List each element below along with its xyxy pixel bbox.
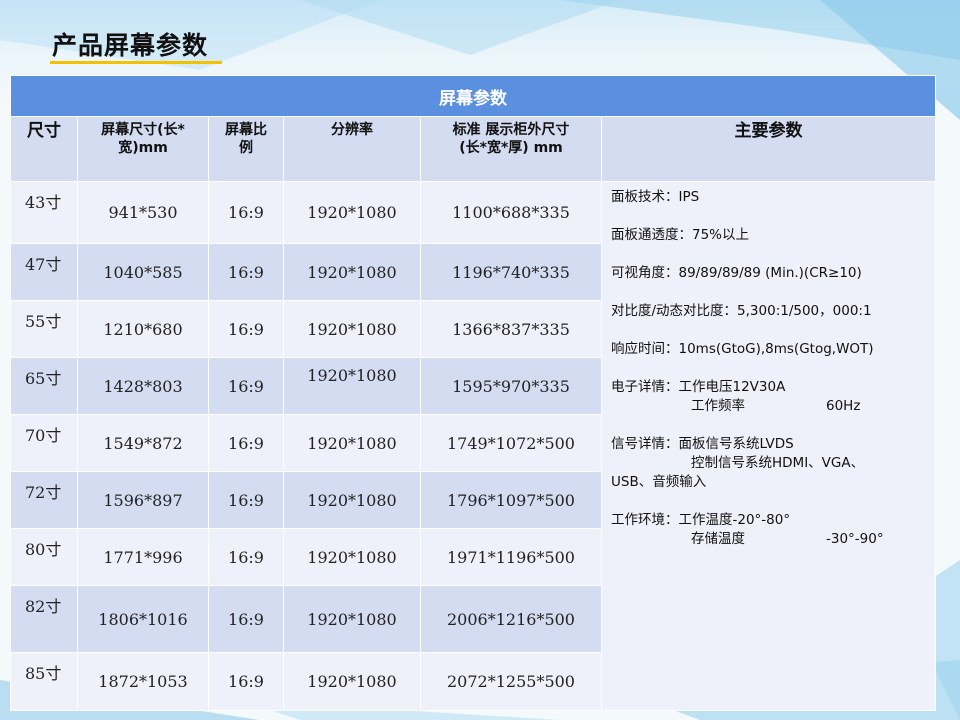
cell-ratio: 16:9: [208, 414, 284, 472]
cell-resolution: 1920*1080: [283, 471, 421, 529]
header-cabinet: 标准 展示柜外尺寸 (长*宽*厚) mm: [420, 116, 602, 182]
table-caption: 屏幕参数: [10, 75, 936, 117]
cell-resolution: 1920*1080: [283, 300, 421, 358]
cell-ratio: 16:9: [208, 528, 284, 586]
header-resolution: 分辨率: [283, 116, 421, 182]
cell-resolution: 1920*1080: [283, 652, 421, 711]
param-contrast: 对比度/动态对比度：5,300:1/500，000:1: [611, 303, 872, 319]
param-viewing-angle: 可视角度：89/89/89/89 (Min.)(CR≥10): [611, 265, 862, 281]
table-caption-row: 屏幕参数: [10, 75, 936, 117]
header-ratio: 屏幕比例: [208, 116, 284, 182]
cell-ratio: 16:9: [208, 243, 284, 301]
table-row: 43寸 941*530 16:9 1920*1080 1100*688*335 …: [10, 181, 936, 711]
param-transmittance: 面板通透度：75%以上: [611, 227, 750, 243]
cell-resolution: 1920*1080: [283, 528, 421, 586]
cell-ratio: 16:9: [208, 471, 284, 529]
cell-screen: 1040*585: [77, 243, 209, 301]
page-title: 产品屏幕参数: [52, 31, 209, 60]
screen-params-table: 屏幕参数 尺寸 屏幕尺寸(长* 宽)mm 屏幕比例 分辨率 标准 展示柜外尺寸 (长…: [10, 75, 936, 711]
cell-ratio: 16:9: [208, 357, 284, 415]
cell-cabinet: 1595*970*335: [420, 357, 602, 415]
param-signal: 信号详情：面板信号系统LVDS: [611, 436, 794, 452]
header-size: 尺寸: [10, 116, 78, 182]
cell-size: 55寸: [10, 300, 78, 358]
cell-screen: 941*530: [77, 181, 209, 244]
cell-ratio: 16:9: [208, 652, 284, 711]
cell-resolution: 1920*1080: [283, 585, 421, 653]
param-response: 响应时间：10ms(GtoG),8ms(Gtog,WOT): [611, 341, 874, 357]
cell-screen: 1428*803: [77, 357, 209, 415]
cell-size: 70寸: [10, 414, 78, 472]
cell-cabinet: 2006*1216*500: [420, 585, 602, 653]
cell-resolution: 1920*1080: [283, 414, 421, 472]
cell-screen: 1771*996: [77, 528, 209, 586]
cell-ratio: 16:9: [208, 300, 284, 358]
cell-size: 65寸: [10, 357, 78, 415]
table-header-row: 尺寸 屏幕尺寸(长* 宽)mm 屏幕比例 分辨率 标准 展示柜外尺寸 (长*宽*厚)…: [10, 116, 936, 182]
param-panel-tech: 面板技术：IPS: [611, 189, 700, 205]
cell-screen: 1210*680: [77, 300, 209, 358]
param-frequency: 工作频率 60Hz: [691, 398, 861, 414]
title-underline: [50, 61, 222, 64]
cell-cabinet: 1366*837*335: [420, 300, 602, 358]
param-environment: 工作环境：工作温度-20°-80°: [611, 512, 791, 528]
cell-cabinet: 1749*1072*500: [420, 414, 602, 472]
cell-screen: 1596*897: [77, 471, 209, 529]
param-electronics: 电子详情：工作电压12V30A: [611, 379, 786, 395]
cell-cabinet: 2072*1255*500: [420, 652, 602, 711]
cell-screen: 1806*1016: [77, 585, 209, 653]
cell-size: 72寸: [10, 471, 78, 529]
cell-screen: 1872*1053: [77, 652, 209, 711]
cell-cabinet: 1971*1196*500: [420, 528, 602, 586]
param-storage: 存储温度 -30°-90°: [691, 531, 884, 547]
cell-size: 85寸: [10, 652, 78, 711]
cell-resolution: 1920*1080: [283, 181, 421, 244]
cell-ratio: 16:9: [208, 585, 284, 653]
cell-resolution: 1920*1080: [283, 357, 421, 415]
cell-size: 82寸: [10, 585, 78, 653]
header-params: 主要参数: [601, 116, 936, 182]
cell-cabinet: 1196*740*335: [420, 243, 602, 301]
cell-resolution: 1920*1080: [283, 243, 421, 301]
param-usb: USB、音频输入: [611, 474, 707, 490]
param-control-signal: 控制信号系统HDMI、VGA、: [691, 455, 865, 471]
cell-screen: 1549*872: [77, 414, 209, 472]
header-screen-size: 屏幕尺寸(长* 宽)mm: [77, 116, 209, 182]
cell-size: 47寸: [10, 243, 78, 301]
cell-cabinet: 1100*688*335: [420, 181, 602, 244]
cell-ratio: 16:9: [208, 181, 284, 244]
cell-size: 80寸: [10, 528, 78, 586]
cell-size: 43寸: [10, 181, 78, 244]
cell-cabinet: 1796*1097*500: [420, 471, 602, 529]
main-params-cell: 面板技术：IPS 面板通透度：75%以上 可视角度：89/89/89/89 (M…: [601, 181, 936, 711]
